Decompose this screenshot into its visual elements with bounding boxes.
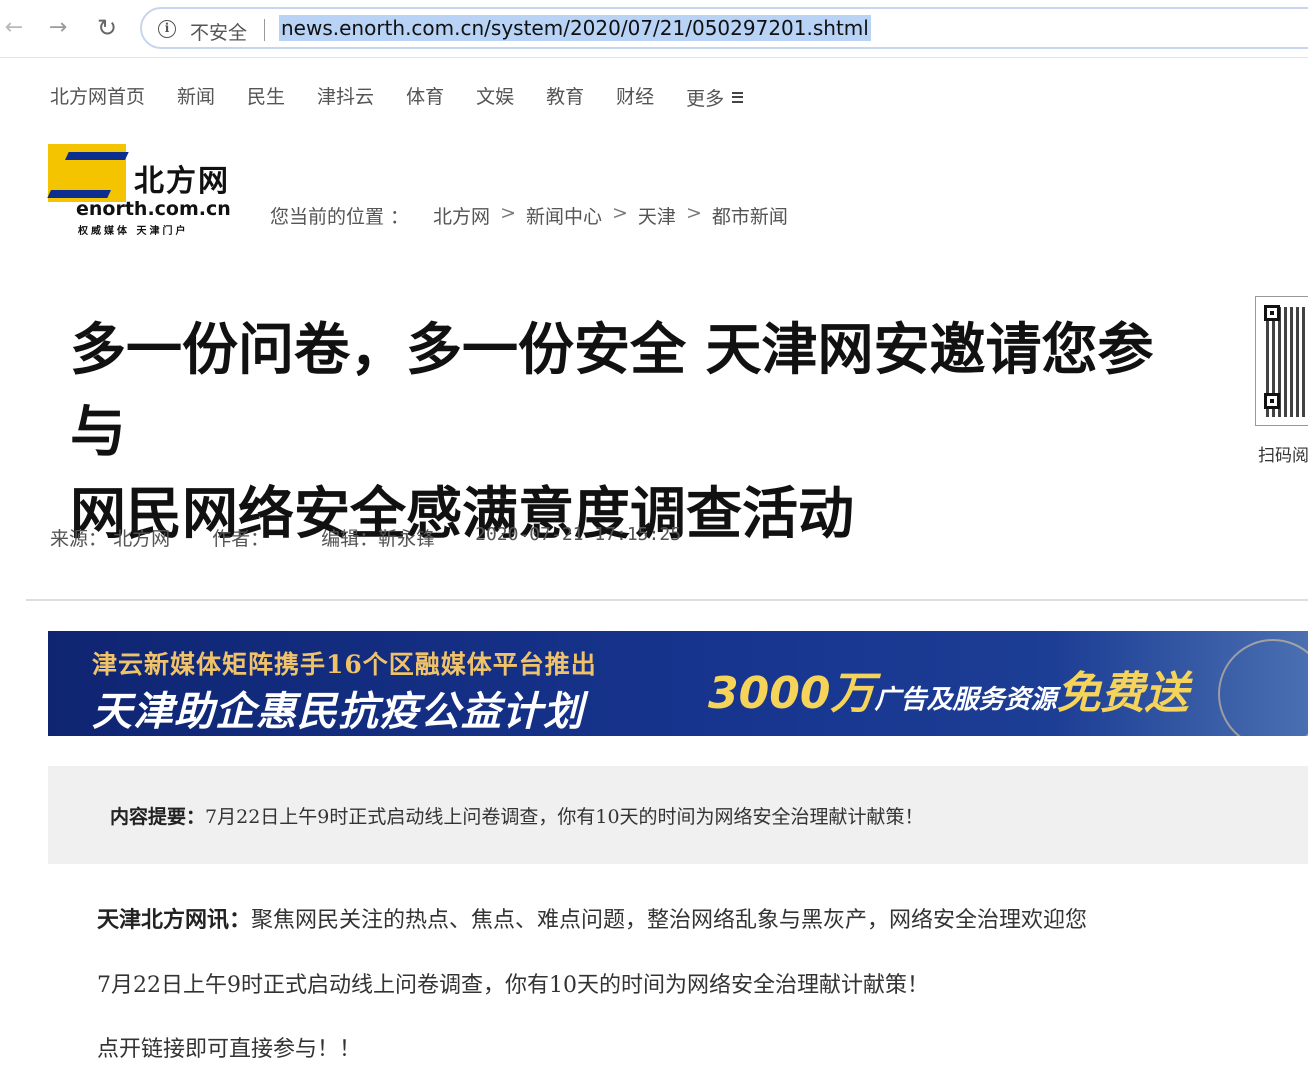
qr-corner-icon (1264, 305, 1280, 321)
security-label[interactable]: 不安全 (190, 18, 247, 45)
meta-source-label: 来源： (50, 528, 108, 550)
summary-body: 7月22日上午9时正式启动线上问卷调查，你有10天的时间为网络安全治理献计献策！ (205, 806, 924, 828)
address-separator (264, 19, 265, 41)
body-paragraph: 点开链接即可直接参与！！ (97, 1037, 362, 1062)
reload-icon[interactable]: ↻ (93, 14, 121, 42)
breadcrumb-item-city-news[interactable]: 都市新闻 (712, 202, 788, 229)
article-meta: 来源： 北方网 作者： 编辑：靳永锋 2020-07-21 17:15:25 (50, 524, 681, 551)
chevron-right-icon: > (612, 202, 628, 224)
nav-item-news[interactable]: 新闻 (177, 82, 215, 112)
address-bar[interactable]: i 不安全 news.enorth.com.cn/system/2020/07/… (140, 7, 1308, 49)
breadcrumb-label: 您当前的位置 ： (270, 206, 410, 228)
menu-icon (732, 91, 744, 103)
banner-offer: 3000万广告及服务资源免费送 (708, 657, 1188, 721)
nav-more-label: 更多 (686, 87, 725, 110)
dateline: 天津北方网讯： (97, 907, 252, 933)
nav-item-home[interactable]: 北方网首页 (50, 82, 145, 112)
article-summary: 内容提要：7月22日上午9时正式启动线上问卷调查，你有10天的时间为网络安全治理… (48, 766, 1308, 864)
banner-offer-end: 免费送 (1056, 668, 1189, 719)
qr-label: 扫码阅读 (1258, 446, 1308, 466)
chevron-right-icon: > (685, 202, 702, 224)
meta-editor-label: 编辑： (321, 528, 379, 550)
banner-line2: 天津助企惠民抗疫公益计划 (92, 689, 584, 735)
paragraph-text: 聚焦网民关注的热点、焦点、难点问题，整治网络乱象与黑灰产，网络安全治理欢迎您 (251, 908, 1088, 933)
logo-domain: enorth.com.cn (76, 198, 231, 220)
ferris-wheel-icon (1218, 639, 1308, 736)
browser-toolbar: ← → ↻ i 不安全 news.enorth.com.cn/system/20… (0, 0, 1308, 58)
breadcrumb-item-tianjin[interactable]: 天津 (638, 202, 676, 229)
header-divider (26, 599, 1308, 601)
banner-line1: 津云新媒体矩阵携手16个区融媒体平台推出 (92, 650, 597, 679)
forward-arrow-icon[interactable]: → (44, 14, 72, 42)
nav-item-education[interactable]: 教育 (546, 82, 584, 112)
nav-item-jindouyun[interactable]: 津抖云 (317, 82, 374, 112)
meta-author: 作者： (212, 524, 269, 551)
site-logo[interactable]: 北方网 enorth.com.cn 权威媒体 天津门户 (48, 144, 244, 237)
logo-name: 北方网 (134, 164, 230, 199)
site-top-nav: 北方网首页 新闻 民生 津抖云 体育 文娱 教育 财经 更多 (50, 82, 775, 112)
logo-tagline: 权威媒体 天津门户 (78, 226, 189, 237)
info-icon[interactable]: i (158, 20, 176, 38)
promo-banner[interactable]: 津云新媒体矩阵携手16个区融媒体平台推出 天津助企惠民抗疫公益计划 3000万广… (48, 631, 1308, 736)
meta-source-value: 北方网 (113, 528, 171, 550)
back-arrow-icon[interactable]: ← (0, 14, 28, 42)
nav-item-more[interactable]: 更多 (686, 82, 744, 112)
nav-item-livelihood[interactable]: 民生 (247, 82, 285, 112)
logo-mark-icon (48, 144, 126, 202)
meta-datetime: 2020-07-21 17:15:25 (475, 524, 682, 545)
summary-label: 内容提要： (110, 806, 206, 828)
breadcrumb: 您当前的位置 ： 北方网 > 新闻中心 > 天津 > 都市新闻 (270, 202, 788, 229)
meta-author-label: 作者： (212, 528, 270, 550)
url-text[interactable]: news.enorth.com.cn/system/2020/07/21/050… (279, 15, 871, 41)
article-title-line1: 多一份问卷，多一份安全 天津网安邀请您参与 (70, 318, 1154, 465)
banner-offer-mid: 广告及服务资源 (874, 685, 1057, 715)
breadcrumb-item-enorth[interactable]: 北方网 (433, 202, 490, 229)
article-title: 多一份问卷，多一份安全 天津网安邀请您参与 网民网络安全感满意度调查活动 (70, 310, 1200, 556)
nav-item-finance[interactable]: 财经 (616, 82, 654, 112)
breadcrumb-item-news-center[interactable]: 新闻中心 (526, 202, 602, 229)
nav-item-entertainment[interactable]: 文娱 (476, 82, 514, 112)
summary-text: 内容提要：7月22日上午9时正式启动线上问卷调查，你有10天的时间为网络安全治理… (110, 802, 924, 829)
nav-item-sports[interactable]: 体育 (406, 82, 444, 112)
chevron-right-icon: > (500, 202, 516, 224)
qr-code (1255, 296, 1308, 426)
meta-editor-value: 靳永锋 (378, 528, 436, 550)
banner-amount: 3000万 (708, 668, 875, 719)
meta-source: 来源： 北方网 (50, 524, 170, 551)
meta-editor: 编辑：靳永锋 (321, 524, 435, 551)
qr-corner-icon (1264, 393, 1280, 409)
body-paragraph: 天津北方网讯：聚焦网民关注的热点、焦点、难点问题，整治网络乱象与黑灰产，网络安全… (97, 902, 1087, 934)
body-paragraph: 7月22日上午9时正式启动线上问卷调查，你有10天的时间为网络安全治理献计献策！ (97, 973, 929, 998)
